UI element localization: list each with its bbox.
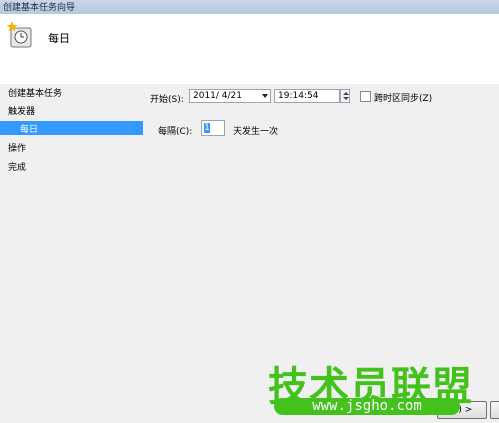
nav-item-finish[interactable]: 完成	[8, 160, 26, 173]
window-title: 创建基本任务向导	[3, 3, 76, 13]
page-title: 每日	[48, 32, 70, 45]
sync-timezone-checkbox[interactable]	[360, 91, 371, 102]
cancel-button[interactable]	[490, 401, 499, 419]
start-date-picker[interactable]: 2011/ 4/21	[189, 89, 271, 103]
start-time-value: 19:14:54	[278, 91, 319, 101]
nav-item-action[interactable]: 操作	[8, 141, 26, 154]
recur-label: 每隔(C):	[158, 127, 193, 137]
watermark: 技术员联盟 www.jsgho.com	[268, 354, 472, 420]
nav-item-daily[interactable]: 每日	[0, 121, 143, 135]
recur-days-input[interactable]: 1	[201, 120, 225, 136]
recur-days-value: 1	[204, 123, 210, 133]
spin-down-icon[interactable]	[343, 97, 349, 100]
time-spinner[interactable]	[340, 89, 350, 103]
watermark-url: www.jsgho.com	[274, 398, 460, 415]
nav-item-daily-label: 每日	[20, 125, 39, 135]
chevron-down-icon[interactable]	[262, 94, 268, 98]
wizard-steps-sidebar: 创建基本任务 触发器 每日 操作 完成	[0, 84, 143, 423]
sync-timezone-label: 跨时区同步(Z)	[374, 94, 433, 104]
spin-up-icon[interactable]	[343, 92, 349, 95]
nav-item-create-basic-task[interactable]: 创建基本任务	[8, 86, 62, 99]
start-time-input[interactable]: 19:14:54	[274, 89, 340, 103]
nav-item-trigger[interactable]: 触发器	[8, 104, 35, 117]
wizard-header: 每日	[0, 14, 499, 85]
start-date-value: 2011/ 4/21	[193, 91, 243, 101]
clock-icon	[6, 21, 32, 48]
start-label: 开始(S):	[150, 95, 184, 105]
title-bar: 创建基本任务向导	[0, 0, 499, 14]
recur-unit-label: 天发生一次	[233, 127, 279, 137]
